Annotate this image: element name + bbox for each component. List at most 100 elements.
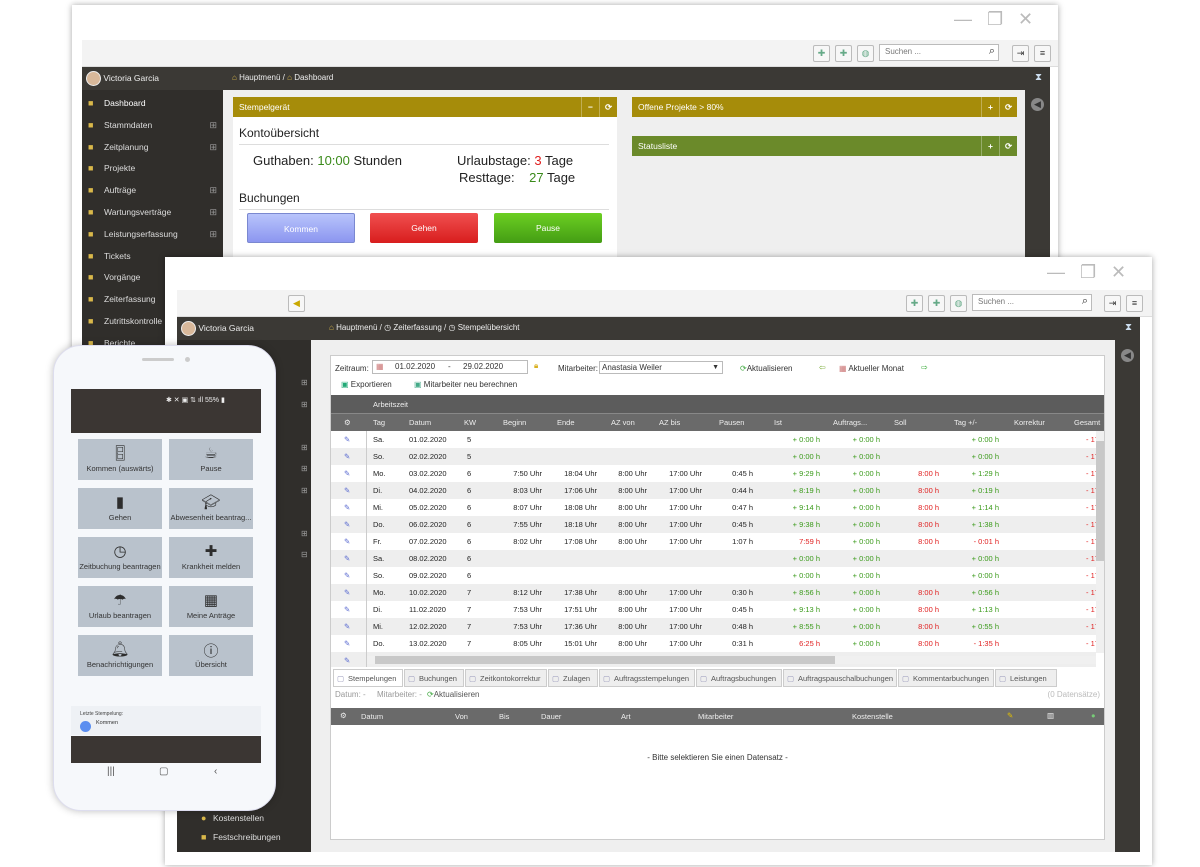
logout-icon[interactable]: ⇥: [1012, 45, 1029, 62]
expand-icon[interactable]: ⊞: [209, 179, 217, 201]
table-row[interactable]: ✎ Di. 04.02.2020 6 8:03 Uhr 17:06 Uhr 8:00 Uhr…: [331, 482, 1099, 499]
edit-icon[interactable]: ✎: [344, 652, 350, 667]
edit-icon[interactable]: ✎: [344, 448, 350, 465]
edit-icon[interactable]: ✎: [344, 482, 350, 499]
logout-icon[interactable]: ⇥: [1104, 295, 1121, 312]
column-header-cell[interactable]: AZ von: [611, 418, 635, 427]
sidebar-item-festschreibungen[interactable]: ■ Festschreibungen: [177, 826, 311, 848]
column-header-cell[interactable]: Bis: [499, 712, 509, 721]
aktualisieren-button[interactable]: ⟳Aktualisieren: [427, 690, 480, 699]
table-row[interactable]: ✎ Mo. 03.02.2020 6 7:50 Uhr 18:04 Uhr 8:00 Uhr…: [331, 465, 1099, 482]
restore-icon[interactable]: ❐: [1080, 262, 1096, 283]
column-header-cell[interactable]: Mitarbeiter: [698, 712, 733, 721]
column-header-cell[interactable]: Tag +/-: [954, 418, 977, 427]
table-row[interactable]: ✎ Di. 11.02.2020 7 7:53 Uhr 17:51 Uhr 8:00 Uhr…: [331, 601, 1099, 618]
edit-icon[interactable]: ✎: [344, 618, 350, 635]
edit-icon[interactable]: ✎: [344, 601, 350, 618]
expand-markers[interactable]: ⊞ ⊞ ⊞ ⊞ ⊞ ⊞ ⊟: [301, 372, 308, 566]
phone-button[interactable]: ✚ Krankheit melden: [169, 537, 253, 578]
edit-icon[interactable]: ✎: [344, 567, 350, 584]
phone-button[interactable]: 🔔︎ Benachrichtigungen: [78, 635, 162, 676]
column-header-cell[interactable]: KW: [464, 418, 476, 427]
add-icon[interactable]: ✚: [906, 295, 923, 312]
column-header-cell[interactable]: Von: [455, 712, 468, 721]
close-icon[interactable]: ✕: [1111, 262, 1126, 283]
globe-icon[interactable]: ●: [1091, 711, 1096, 720]
edit-icon[interactable]: ✎: [344, 499, 350, 516]
kommen-button[interactable]: Kommen: [247, 213, 355, 243]
restore-icon[interactable]: ❐: [987, 9, 1003, 30]
phone-button[interactable]: ⓘ Übersicht: [169, 635, 253, 676]
lock-icon[interactable]: 🔒︎: [534, 361, 538, 371]
column-header-cell[interactable]: Datum: [409, 418, 431, 427]
column-header-cell[interactable]: Auftrags...: [833, 418, 867, 427]
phone-button[interactable]: ▮ Gehen: [78, 488, 162, 529]
aktualisieren-button[interactable]: ⟳Aktualisieren: [740, 364, 793, 373]
tab-auftragsbuchungen[interactable]: Auftragsbuchungen: [696, 669, 782, 688]
phone-button[interactable]: ☂ Urlaub beantragen: [78, 586, 162, 627]
edit-icon[interactable]: ✎: [1007, 711, 1013, 720]
neu-berechnen-button[interactable]: ▣ Mitarbeiter neu berechnen: [414, 380, 517, 389]
column-header-cell[interactable]: Ist: [774, 418, 782, 427]
phone-button[interactable]: ☕︎ Pause: [169, 439, 253, 480]
column-header-cell[interactable]: Soll: [894, 418, 907, 427]
sidebar-item[interactable]: ■ Aufträge ⊞: [82, 179, 223, 201]
expand-icon[interactable]: ⊞: [209, 223, 217, 245]
date-range-input[interactable]: ▦ 01.02.2020 - 29.02.2020: [372, 360, 528, 374]
exportieren-button[interactable]: ▣ Exportieren: [341, 380, 392, 389]
phone-button[interactable]: ◷ Zeitbuchung beantragen: [78, 537, 162, 578]
tab-stempelungen[interactable]: Stempelungen: [333, 669, 403, 688]
menu-icon[interactable]: ≡: [1126, 295, 1143, 312]
edit-icon[interactable]: ✎: [344, 584, 350, 601]
sidebar-item[interactable]: ■ Zeitplanung ⊞: [82, 136, 223, 158]
table-row[interactable]: ✎ Do. 13.02.2020 7 8:05 Uhr 15:01 Uhr 8:00 Uhr…: [331, 635, 1099, 652]
table-row[interactable]: ✎ Mo. 10.02.2020 7 8:12 Uhr 17:38 Uhr 8:00 Uhr…: [331, 584, 1099, 601]
edit-icon[interactable]: ✎: [344, 431, 350, 448]
menu-icon[interactable]: ≡: [1034, 45, 1051, 62]
bookmark-icon[interactable]: ◀: [288, 295, 305, 312]
calendar-icon[interactable]: ▦: [376, 361, 384, 373]
column-header-cell[interactable]: Gesamt: [1074, 418, 1100, 427]
column-header-cell[interactable]: Tag: [373, 418, 385, 427]
add-icon[interactable]: +: [981, 136, 999, 156]
add-icon[interactable]: +: [981, 97, 999, 117]
tab-zulagen[interactable]: Zulagen: [548, 669, 598, 688]
tab-buchungen[interactable]: Buchungen: [404, 669, 464, 688]
column-header-cell[interactable]: Kostenstelle: [852, 712, 893, 721]
column-header-cell[interactable]: AZ bis: [659, 418, 680, 427]
aktueller-monat-button[interactable]: ▦ Aktueller Monat: [839, 364, 904, 373]
expand-icon[interactable]: ⊞: [209, 114, 217, 136]
user-profile[interactable]: Victoria Garcia: [181, 320, 254, 337]
add-icon[interactable]: ✚: [813, 45, 830, 62]
expand-icon[interactable]: ⊞: [209, 136, 217, 158]
back-icon[interactable]: ◀: [1121, 349, 1134, 362]
refresh-icon[interactable]: ⟳: [999, 97, 1017, 117]
table-row[interactable]: ✎ Sa. 08.02.2020 6 + 0:00 h + 0:00 h + 0:00 h-…: [331, 550, 1099, 567]
settings-icon[interactable]: ⚙: [340, 711, 347, 720]
search-input[interactable]: Suchen ... ⌕: [879, 44, 999, 61]
user-profile[interactable]: Victoria Garcia: [86, 70, 159, 87]
prev-month-icon[interactable]: ⇦: [819, 363, 826, 372]
column-header-cell[interactable]: Dauer: [541, 712, 561, 721]
next-month-icon[interactable]: ⇨: [921, 363, 928, 372]
back-nav-icon[interactable]: ‹: [214, 766, 217, 777]
sidebar-item[interactable]: ■ Dashboard: [82, 92, 223, 114]
edit-icon[interactable]: ✎: [344, 550, 350, 567]
minimize-icon[interactable]: —: [954, 9, 972, 30]
columns-icon[interactable]: ▥: [1047, 711, 1054, 720]
column-header-cell[interactable]: Korrektur: [1014, 418, 1045, 427]
column-header-cell[interactable]: Art: [621, 712, 631, 721]
minimize-icon[interactable]: —: [1047, 262, 1065, 283]
vertical-scrollbar[interactable]: [1096, 431, 1104, 653]
table-row[interactable]: ✎ Mi. 12.02.2020 7 7:53 Uhr 17:36 Uhr 8:00 Uhr…: [331, 618, 1099, 635]
table-row[interactable]: ✎ So. 02.02.2020 5 + 0:00 h + 0:00 h + 0:00 h-…: [331, 448, 1099, 465]
phone-button[interactable]: 🎓︎ Abwesenheit beantrag...: [169, 488, 253, 529]
tab-kommentarbuchungen[interactable]: Kommentarbuchungen: [898, 669, 994, 688]
sidebar-item[interactable]: ■ Leistungserfassung ⊞: [82, 223, 223, 245]
edit-icon[interactable]: ✎: [344, 635, 350, 652]
table-row[interactable]: ✎ Sa. 01.02.2020 5 + 0:00 h + 0:00 h + 0:00 h-…: [331, 431, 1099, 448]
back-icon[interactable]: ◀: [1031, 98, 1044, 111]
home-button-icon[interactable]: ▢: [159, 766, 168, 777]
minimize-icon[interactable]: −: [581, 97, 599, 117]
sidebar-item[interactable]: ■ Stammdaten ⊞: [82, 114, 223, 136]
